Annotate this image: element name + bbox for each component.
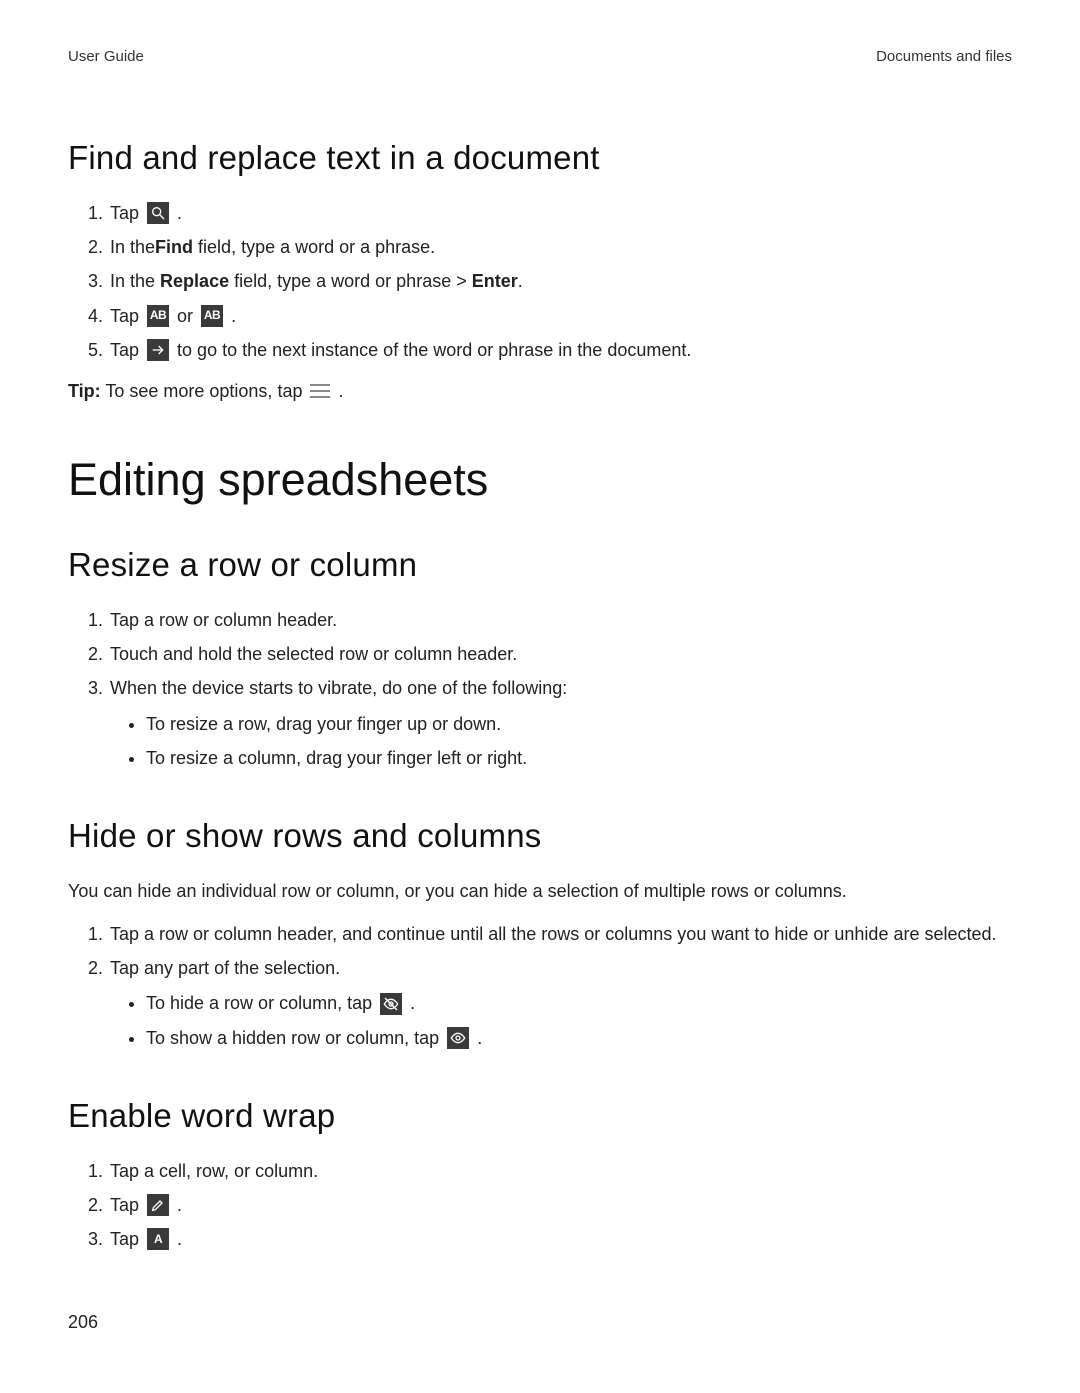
heading-find-replace: Find and replace text in a document — [68, 139, 1012, 177]
tip-paragraph: Tip: To see more options, tap . — [68, 381, 1012, 402]
step: Tap . — [108, 201, 1012, 226]
heading-hide-show: Hide or show rows and columns — [68, 817, 1012, 855]
step: Tap a cell, row, or column. — [108, 1159, 1012, 1184]
list-item: To resize a row, drag your finger up or … — [146, 712, 1012, 737]
step: When the device starts to vibrate, do on… — [108, 676, 1012, 771]
header-left: User Guide — [68, 48, 144, 65]
edit-pencil-icon — [147, 1194, 169, 1216]
resize-bullets: To resize a row, drag your finger up or … — [110, 712, 1012, 771]
page-header: User Guide Documents and files — [68, 48, 1012, 65]
list-item: To hide a row or column, tap . — [146, 991, 1012, 1016]
step: Tap . — [108, 1193, 1012, 1218]
hide-steps: Tap a row or column header, and continue… — [68, 922, 1012, 1051]
step: In theFind field, type a word or a phras… — [108, 235, 1012, 260]
eye-icon — [447, 1027, 469, 1049]
step: Tap a row or column header. — [108, 608, 1012, 633]
step: Tap A . — [108, 1227, 1012, 1252]
resize-steps: Tap a row or column header. Touch and ho… — [68, 608, 1012, 771]
replace-single-icon: AB — [147, 305, 169, 327]
step: Tap a row or column header, and continue… — [108, 922, 1012, 947]
heading-word-wrap: Enable word wrap — [68, 1097, 1012, 1135]
step: Tap AB or AB . — [108, 304, 1012, 329]
step: Touch and hold the selected row or colum… — [108, 642, 1012, 667]
step: Tap to go to the next instance of the wo… — [108, 338, 1012, 363]
page-number: 206 — [68, 1312, 1012, 1333]
page-container: User Guide Documents and files Find and … — [0, 0, 1080, 1393]
menu-icon — [310, 384, 330, 398]
text-format-icon: A — [147, 1228, 169, 1250]
heading-editing-spreadsheets: Editing spreadsheets — [68, 454, 1012, 506]
hide-intro: You can hide an individual row or column… — [68, 879, 1012, 904]
header-right: Documents and files — [876, 48, 1012, 65]
search-icon — [147, 202, 169, 224]
step: In the Replace field, type a word or phr… — [108, 269, 1012, 294]
list-item: To show a hidden row or column, tap . — [146, 1026, 1012, 1051]
arrow-right-icon — [147, 339, 169, 361]
eye-off-icon — [380, 993, 402, 1015]
heading-resize: Resize a row or column — [68, 546, 1012, 584]
list-item: To resize a column, drag your finger lef… — [146, 746, 1012, 771]
find-replace-steps: Tap . In theFind field, type a word or a… — [68, 201, 1012, 363]
replace-all-icon: AB — [201, 305, 223, 327]
step: Tap any part of the selection. To hide a… — [108, 956, 1012, 1051]
hide-bullets: To hide a row or column, tap . To show a… — [110, 991, 1012, 1050]
wrap-steps: Tap a cell, row, or column. Tap . Tap A … — [68, 1159, 1012, 1253]
